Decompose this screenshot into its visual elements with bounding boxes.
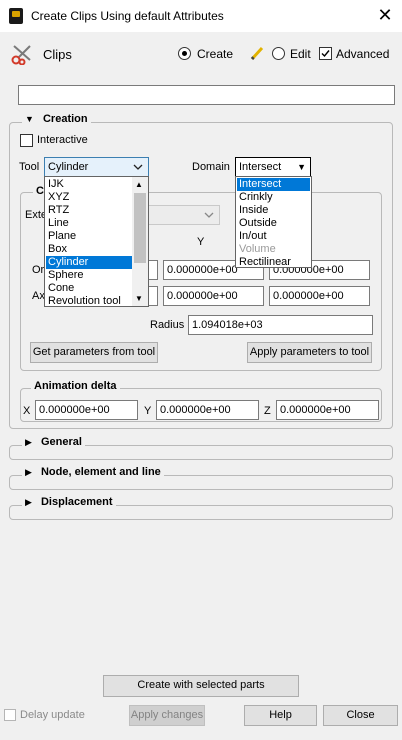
- tool-option-selected[interactable]: Cylinder: [46, 256, 132, 269]
- tool-option[interactable]: RTZ: [46, 204, 132, 217]
- expand-triangle-icon: ▶: [25, 437, 32, 447]
- delay-update-checkbox[interactable]: [4, 709, 16, 721]
- domain-dropdown-list: Intersect Crinkly Inside Outside In/out …: [235, 176, 312, 268]
- tool-option[interactable]: Plane: [46, 230, 132, 243]
- dropdown-arrow-icon: ▼: [297, 162, 306, 172]
- domain-option[interactable]: In/out: [237, 230, 310, 243]
- creation-title: Creation: [42, 113, 88, 125]
- origin-label: Or: [32, 264, 45, 276]
- title-bar: Create Clips Using default Attributes ✕: [0, 0, 402, 32]
- column-header-y: Y: [197, 236, 205, 248]
- tool-select[interactable]: Cylinder: [44, 157, 149, 177]
- close-button[interactable]: Close: [323, 705, 398, 726]
- domain-option-selected[interactable]: Intersect: [237, 178, 310, 191]
- displacement-header[interactable]: ▶ Displacement: [22, 496, 116, 508]
- creation-header[interactable]: ▼ Creation: [22, 113, 91, 125]
- tool-dropdown-list: IJK XYZ RTZ Line Plane Box Cylinder Sphe…: [44, 176, 149, 307]
- tool-select-value: Cylinder: [48, 161, 89, 173]
- expand-triangle-icon: ▶: [25, 467, 32, 477]
- create-with-selected-parts-button[interactable]: Create with selected parts: [103, 675, 299, 697]
- domain-label: Domain: [192, 161, 230, 173]
- domain-select[interactable]: Intersect ▼: [235, 157, 311, 177]
- tool-label: Tool: [19, 161, 40, 173]
- get-parameters-button[interactable]: Get parameters from tool: [30, 342, 158, 363]
- chevron-down-icon: [133, 164, 143, 170]
- domain-select-value: Intersect: [239, 161, 282, 173]
- pencil-icon: [249, 45, 265, 61]
- tool-option[interactable]: Cone: [46, 282, 132, 295]
- scissors-icon: [10, 43, 36, 66]
- anim-x-field[interactable]: [35, 400, 138, 420]
- create-radio-label: Create: [197, 47, 234, 61]
- interactive-label: Interactive: [37, 134, 88, 146]
- help-button[interactable]: Help: [244, 705, 317, 726]
- tool-option[interactable]: Line: [46, 217, 132, 230]
- chevron-down-icon: [204, 212, 214, 218]
- axis-label: Ax: [32, 290, 45, 302]
- extent-select[interactable]: [148, 205, 220, 225]
- scroll-down-icon[interactable]: ▼: [135, 294, 143, 303]
- delay-update-label: Delay update: [20, 709, 85, 721]
- general-header[interactable]: ▶ General: [22, 436, 85, 448]
- radius-label: Radius: [150, 319, 185, 331]
- apply-changes-button[interactable]: Apply changes: [129, 705, 205, 726]
- tool-option[interactable]: Box: [46, 243, 132, 256]
- domain-option[interactable]: Inside: [237, 204, 310, 217]
- axis-z-field[interactable]: [269, 286, 370, 306]
- domain-option[interactable]: Rectilinear: [237, 256, 310, 269]
- radius-field[interactable]: [188, 315, 373, 335]
- domain-option[interactable]: Crinkly: [237, 191, 310, 204]
- domain-option[interactable]: Outside: [237, 217, 310, 230]
- tool-option[interactable]: Sphere: [46, 269, 132, 282]
- tool-option[interactable]: Revolution tool: [46, 295, 132, 308]
- scroll-thumb[interactable]: [134, 193, 146, 263]
- collapse-triangle-icon: ▼: [25, 114, 34, 124]
- advanced-label: Advanced: [336, 47, 390, 61]
- create-radio[interactable]: [178, 47, 191, 60]
- scroll-up-icon[interactable]: ▲: [135, 180, 143, 189]
- advanced-checkbox[interactable]: [319, 47, 332, 60]
- node-element-line-header[interactable]: ▶ Node, element and line: [22, 466, 164, 478]
- domain-option-disabled: Volume: [239, 243, 276, 255]
- origin-x-field[interactable]: [148, 260, 158, 280]
- apply-parameters-button[interactable]: Apply parameters to tool: [247, 342, 372, 363]
- app-icon: [9, 8, 23, 24]
- expand-triangle-icon: ▶: [25, 497, 32, 507]
- node-element-line-title: Node, element and line: [40, 466, 161, 478]
- anim-z-field[interactable]: [276, 400, 379, 420]
- tool-option[interactable]: XYZ: [46, 191, 132, 204]
- tool-option[interactable]: IJK: [46, 178, 132, 191]
- edit-radio[interactable]: [272, 47, 285, 60]
- axis-y-field[interactable]: [163, 286, 264, 306]
- general-title: General: [40, 436, 82, 448]
- window-title: Create Clips Using default Attributes: [31, 9, 224, 23]
- anim-x-label: X: [23, 405, 31, 417]
- clips-label: Clips: [43, 47, 72, 62]
- dropdown-scrollbar[interactable]: ▲ ▼: [132, 177, 148, 306]
- edit-radio-label: Edit: [290, 47, 311, 61]
- displacement-title: Displacement: [40, 496, 113, 508]
- close-icon[interactable]: ✕: [372, 4, 398, 28]
- clip-name-field[interactable]: [18, 85, 395, 105]
- anim-z-label: Z: [264, 405, 271, 417]
- interactive-checkbox[interactable]: [20, 134, 33, 147]
- anim-y-field[interactable]: [156, 400, 259, 420]
- animation-title: Animation delta: [31, 380, 120, 392]
- anim-y-label: Y: [144, 405, 152, 417]
- axis-x-field[interactable]: [148, 286, 158, 306]
